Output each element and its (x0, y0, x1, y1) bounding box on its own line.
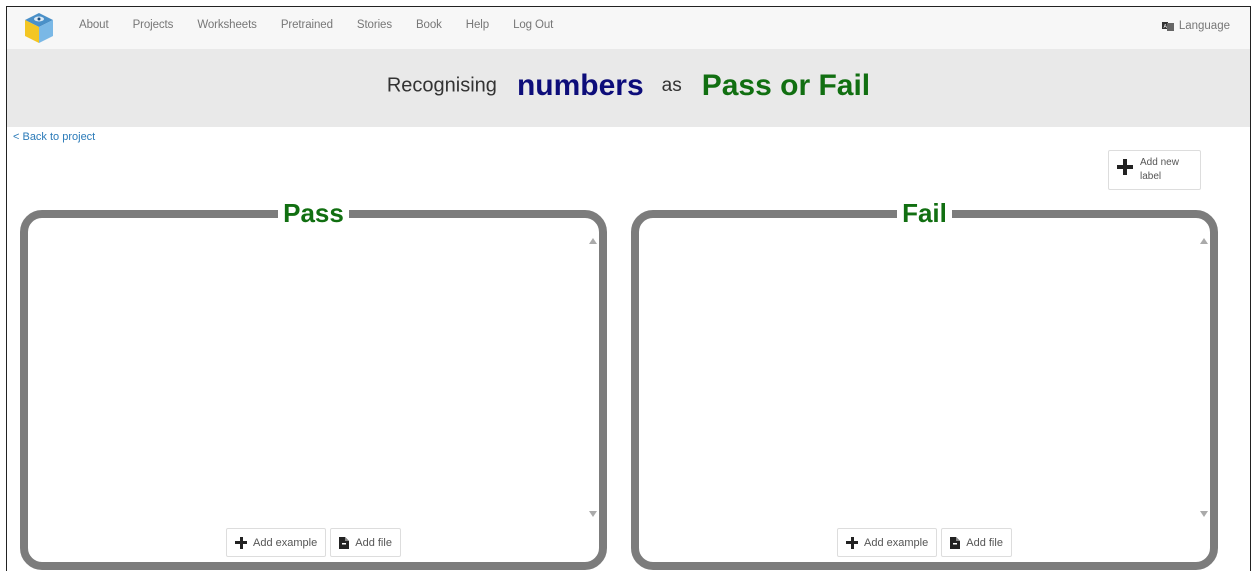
cube-logo-icon[interactable] (23, 11, 55, 45)
title-labels: Pass or Fail (701, 69, 871, 102)
nav-worksheets[interactable]: Worksheets (197, 19, 257, 31)
plus-icon (235, 536, 248, 549)
page-title: Recognising numbers as Pass or Fail (7, 69, 1250, 103)
label-bucket-fail: Fail Add example Add file (631, 198, 1218, 570)
language-icon: A (1161, 22, 1174, 31)
add-new-label-button[interactable]: Add new label (1108, 150, 1201, 190)
back-to-project-link[interactable]: < Back to project (13, 131, 95, 143)
scroll-up-arrow-icon[interactable] (1200, 238, 1208, 244)
nav-book[interactable]: Book (416, 19, 442, 31)
file-upload-icon (339, 536, 350, 549)
nav-stories[interactable]: Stories (357, 19, 392, 31)
title-as: as (661, 75, 682, 96)
svg-text:A: A (1163, 24, 1167, 30)
add-example-button[interactable]: Add example (837, 528, 938, 557)
add-file-button[interactable]: Add file (330, 528, 401, 557)
label-bucket-pass: Pass Add example Add file (20, 198, 607, 570)
title-project-type: numbers (516, 69, 644, 102)
top-navbar: About Projects Worksheets Pretrained Sto… (7, 7, 1250, 49)
language-label: Language (1178, 20, 1230, 32)
nav-log-out[interactable]: Log Out (513, 19, 553, 31)
add-file-button[interactable]: Add file (941, 528, 1012, 557)
nav-help[interactable]: Help (466, 19, 489, 31)
nav-about[interactable]: About (79, 19, 109, 31)
scroll-up-arrow-icon[interactable] (589, 238, 597, 244)
title-prefix: Recognising (386, 74, 497, 97)
scroll-down-arrow-icon[interactable] (589, 511, 597, 517)
plus-icon (1117, 159, 1133, 175)
project-header: Recognising numbers as Pass or Fail (7, 49, 1250, 127)
nav-pretrained[interactable]: Pretrained (281, 19, 333, 31)
nav-projects[interactable]: Projects (133, 19, 174, 31)
app-window: About Projects Worksheets Pretrained Sto… (6, 6, 1251, 571)
plus-icon (846, 536, 859, 549)
file-upload-icon (950, 536, 961, 549)
language-menu[interactable]: A Language (1161, 20, 1230, 32)
add-example-button[interactable]: Add example (226, 528, 327, 557)
bucket-title: Fail (897, 198, 952, 228)
add-new-label-text: Add new label (1140, 157, 1179, 182)
nav-menu: About Projects Worksheets Pretrained Sto… (79, 19, 577, 31)
scroll-down-arrow-icon[interactable] (1200, 511, 1208, 517)
bucket-title: Pass (278, 198, 349, 228)
